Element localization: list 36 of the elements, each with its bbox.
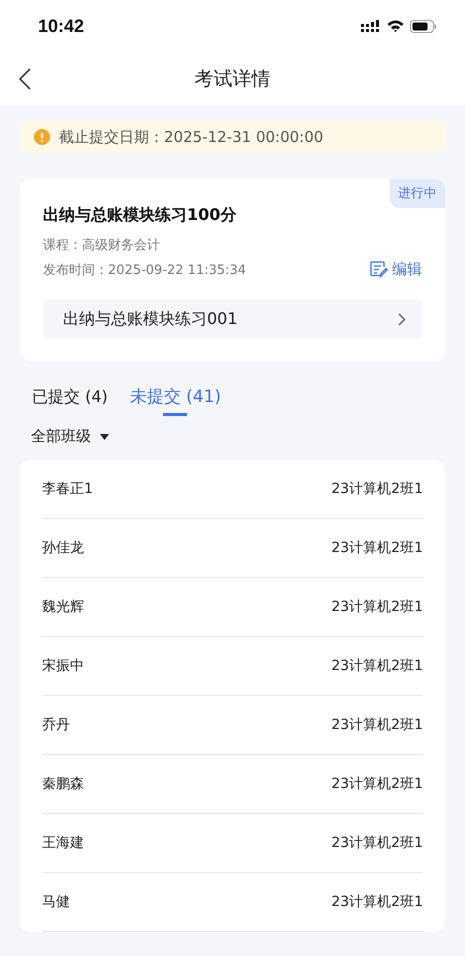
paper-link[interactable]: 出纳与总账模块练习001	[43, 299, 422, 339]
student-name: 乔丹	[42, 716, 70, 734]
class-name: 23计算机2班1	[331, 716, 423, 734]
class-name: 23计算机2班1	[331, 539, 423, 557]
class-name: 23计算机2班1	[331, 834, 423, 852]
wifi-icon	[387, 20, 404, 32]
page-title: 考试详情	[194, 66, 270, 92]
submission-tab[interactable]: 已提交 (4)	[32, 385, 108, 419]
edit-button[interactable]: 编辑	[370, 260, 422, 279]
signal-icon	[361, 20, 381, 32]
submission-tab[interactable]: 未提交 (41)	[130, 385, 222, 419]
class-name: 23计算机2班1	[331, 893, 423, 911]
status-badge: 进行中	[390, 179, 445, 208]
status-time: 10:42	[38, 16, 84, 36]
publish-time: 发布时间：2025-09-22 11:35:34	[43, 262, 246, 278]
battery-icon	[410, 20, 437, 32]
student-name: 马健	[42, 893, 70, 911]
class-name: 23计算机2班1	[331, 775, 423, 793]
student-name: 孙佳龙	[42, 539, 84, 557]
caret-icon	[100, 434, 109, 440]
class-name: 23计算机2班1	[331, 480, 423, 498]
course-text: 课程：高级财务会计	[43, 237, 161, 254]
student-name: 秦鹏森	[42, 775, 84, 793]
class-filter[interactable]: 全部班级	[20, 427, 109, 446]
chevron-right-icon	[398, 312, 406, 326]
edit-icon	[370, 261, 388, 278]
student-name: 王海建	[42, 834, 84, 852]
student-name: 魏光辉	[42, 598, 84, 616]
deadline-text: 截止提交日期：2025-12-31 00:00:00	[59, 128, 324, 146]
back-icon[interactable]	[19, 68, 31, 90]
exam-title: 出纳与总账模块练习100分	[43, 205, 238, 226]
student-name: 宋振中	[42, 657, 84, 675]
class-name: 23计算机2班1	[331, 598, 423, 616]
student-name: 李春正1	[42, 480, 93, 498]
class-name: 23计算机2班1	[331, 657, 423, 675]
warning-icon	[34, 129, 50, 145]
